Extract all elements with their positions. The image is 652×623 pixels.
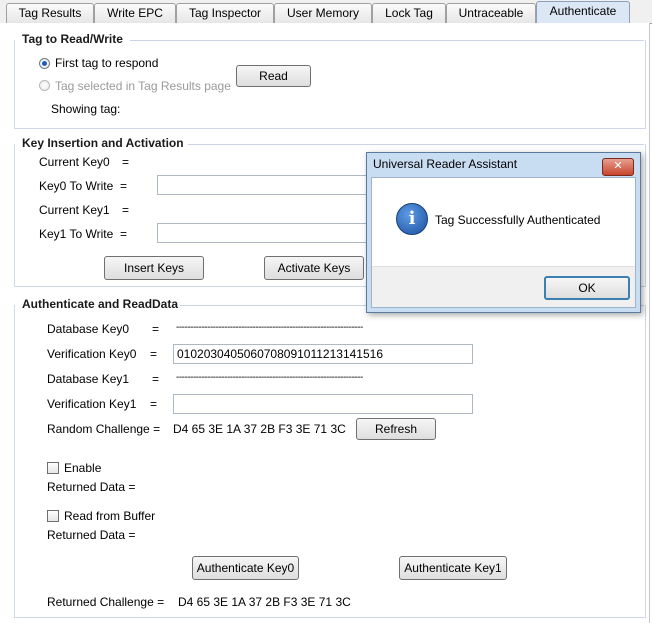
tab-bar: Tag Results Write EPC Tag Inspector User… <box>0 0 652 24</box>
enable-checkbox[interactable] <box>47 462 59 474</box>
dialog-title: Universal Reader Assistant <box>373 157 518 171</box>
key1-to-write-eq: = <box>120 227 128 241</box>
close-icon[interactable]: ✕ <box>602 158 634 176</box>
tab-user-memory[interactable]: User Memory <box>274 3 372 23</box>
dialog-footer: OK <box>372 266 635 307</box>
tab-authenticate[interactable]: Authenticate <box>536 1 630 24</box>
radio-first-tag-label: First tag to respond <box>55 56 159 70</box>
verification-key1-field[interactable] <box>173 394 473 414</box>
tab-write-epc[interactable]: Write EPC <box>94 3 176 23</box>
database-key1-value: ----------------------------------------… <box>176 372 363 383</box>
read-from-buffer-label: Read from Buffer <box>64 509 156 523</box>
returned-data-label: Returned Data = <box>47 528 136 542</box>
authenticate-key0-button[interactable]: Authenticate Key0 <box>192 556 299 580</box>
enable-label: Enable <box>64 461 102 475</box>
database-key1-label: Database Key1 <box>47 372 130 386</box>
key0-to-write-label: Key0 To Write <box>39 179 114 193</box>
key1-to-write-field[interactable] <box>157 223 372 243</box>
returned-challenge-label: Returned Challenge = <box>47 595 165 609</box>
database-key1-eq: = <box>152 372 160 386</box>
tab-lock-tag[interactable]: Lock Tag <box>372 3 446 23</box>
key1-to-write-label: Key1 To Write <box>39 227 114 241</box>
random-challenge-label: Random Challenge = <box>47 422 161 436</box>
read-button[interactable]: Read <box>236 65 311 87</box>
tab-untraceable[interactable]: Untraceable <box>446 3 536 23</box>
returned-data-label: Returned Data = <box>47 480 136 494</box>
database-key0-value: ----------------------------------------… <box>176 322 363 333</box>
tab-tag-inspector[interactable]: Tag Inspector <box>176 3 274 23</box>
verification-key1-label: Verification Key1 <box>47 397 137 411</box>
showing-tag-label: Showing tag: <box>51 102 121 116</box>
radio-first-tag[interactable] <box>39 58 50 69</box>
dialog-body: i Tag Successfully Authenticated OK <box>371 177 636 308</box>
current-key0-label: Current Key0 <box>39 155 110 169</box>
radio-selected-tag-label: Tag selected in Tag Results page <box>55 79 231 93</box>
verification-key0-label: Verification Key0 <box>47 347 137 361</box>
current-key1-label: Current Key1 <box>39 203 110 217</box>
insert-keys-button[interactable]: Insert Keys <box>104 256 204 280</box>
radio-selected-tag[interactable] <box>39 80 50 91</box>
verification-key1-eq: = <box>150 397 158 411</box>
database-key0-eq: = <box>152 322 160 336</box>
message-dialog: Universal Reader Assistant ✕ i Tag Succe… <box>366 152 641 313</box>
verification-key0-field[interactable]: 0102030405060708091011213141516 <box>173 344 473 364</box>
activate-keys-button[interactable]: Activate Keys <box>264 256 364 280</box>
read-from-buffer-checkbox[interactable] <box>47 510 59 522</box>
key0-to-write-eq: = <box>120 179 128 193</box>
ok-button[interactable]: OK <box>544 276 630 300</box>
authenticate-key1-button[interactable]: Authenticate Key1 <box>399 556 507 580</box>
current-key0-eq: = <box>122 155 130 169</box>
random-challenge-value: D4 65 3E 1A 37 2B F3 3E 71 3C <box>173 422 346 436</box>
verification-key0-eq: = <box>150 347 158 361</box>
refresh-button[interactable]: Refresh <box>356 418 436 440</box>
dialog-message: Tag Successfully Authenticated <box>435 213 601 227</box>
tab-tag-results[interactable]: Tag Results <box>6 3 94 23</box>
info-icon: i <box>396 203 428 235</box>
key0-to-write-field[interactable] <box>157 175 372 195</box>
database-key0-label: Database Key0 <box>47 322 130 336</box>
returned-challenge-value: D4 65 3E 1A 37 2B F3 3E 71 3C <box>178 595 351 609</box>
current-key1-eq: = <box>122 203 130 217</box>
